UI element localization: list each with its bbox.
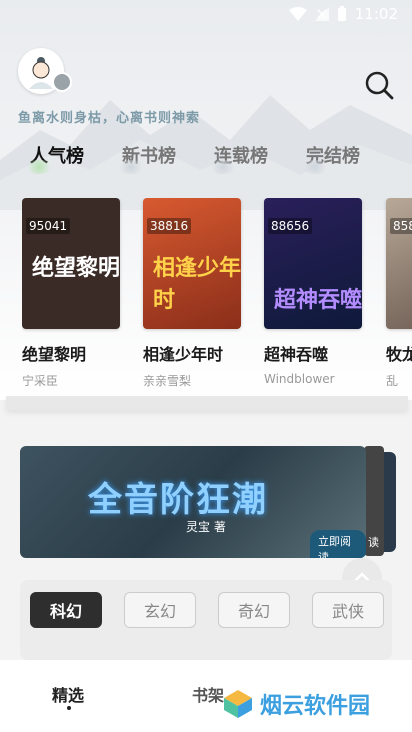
cube-logo-icon	[224, 690, 252, 718]
promo-banner[interactable]: 全音阶狂潮 灵宝 著 立即阅读	[20, 446, 366, 558]
ranking-tabs: 人气榜 新书榜 连载榜 完结榜	[24, 142, 398, 174]
book-carousel: 95041 绝望黎明 绝望黎明 宁采臣 38816 相逢少年时 相逢少年时 亲亲…	[22, 198, 412, 398]
book-card[interactable]: 858 牧龙 乱	[386, 198, 412, 389]
signal-icon	[314, 7, 329, 21]
book-cover: 88656 超神吞噬	[264, 198, 362, 329]
banner-side-cta: 读	[368, 536, 379, 549]
read-count: 95041	[26, 218, 71, 234]
cover-art-text: 相逢少年时	[153, 255, 241, 313]
battery-icon	[337, 6, 346, 21]
book-author: Windblower	[264, 372, 335, 386]
tab-ink-mark	[24, 160, 54, 174]
avatar-refresh-badge[interactable]	[52, 72, 72, 92]
genre-chip[interactable]: 科幻	[30, 592, 102, 628]
cover-art-text: 绝望黎明	[32, 255, 120, 281]
book-author: 宁采臣	[22, 374, 59, 388]
genre-chip[interactable]: 奇幻	[218, 592, 290, 628]
genre-chip[interactable]: 武侠	[312, 592, 384, 628]
slogan-text: 鱼离水则身枯，心离书则神索	[18, 111, 201, 126]
tab-new[interactable]: 新书榜	[116, 142, 214, 174]
read-now-button[interactable]: 立即阅读	[310, 530, 366, 558]
book-title: 超神吞噬	[264, 345, 329, 364]
banner-side-preview[interactable]: 读	[364, 446, 384, 556]
nav-bookshelf[interactable]: 书架	[192, 682, 224, 706]
read-count: 88656	[268, 218, 313, 234]
read-count: 38816	[147, 218, 192, 234]
status-time: 11:02	[354, 5, 398, 23]
section-divider	[6, 396, 408, 410]
tab-ink-mark	[208, 160, 238, 174]
book-author: 乱	[386, 374, 399, 388]
book-cover: 38816 相逢少年时	[143, 198, 241, 329]
genre-chip[interactable]: 玄幻	[124, 592, 196, 628]
tab-popular[interactable]: 人气榜	[24, 142, 122, 174]
book-card[interactable]: 88656 超神吞噬 超神吞噬 Windblower	[264, 198, 364, 386]
book-cover: 95041 绝望黎明	[22, 198, 120, 329]
banner-title: 全音阶狂潮	[88, 480, 268, 520]
tab-completed[interactable]: 完结榜	[300, 142, 398, 174]
tab-ink-mark	[116, 160, 146, 174]
book-title: 绝望黎明	[22, 345, 87, 364]
cover-art-text: 超神吞噬	[274, 287, 362, 313]
genre-chips: 科幻 玄幻 奇幻 武侠	[30, 592, 384, 628]
book-card[interactable]: 38816 相逢少年时 相逢少年时 亲亲雪梨	[143, 198, 243, 389]
wifi-icon	[288, 7, 307, 21]
status-bar: 11:02	[0, 0, 412, 28]
tab-ink-mark	[300, 160, 330, 174]
nav-featured[interactable]: 精选	[52, 682, 84, 706]
active-indicator	[67, 706, 71, 710]
book-title: 牧龙	[386, 345, 412, 364]
book-cover: 858	[386, 198, 412, 329]
watermark-text: 烟云软件园	[260, 694, 371, 719]
banner-author: 灵宝 著	[186, 520, 226, 534]
tab-serializing[interactable]: 连载榜	[208, 142, 306, 174]
book-card[interactable]: 95041 绝望黎明 绝望黎明 宁采臣	[22, 198, 122, 389]
read-count: 858	[390, 218, 412, 234]
search-icon[interactable]	[364, 70, 394, 100]
book-title: 相逢少年时	[143, 345, 224, 364]
book-author: 亲亲雪梨	[143, 374, 192, 388]
genre-panel: 科幻 玄幻 奇幻 武侠	[20, 580, 392, 660]
watermark: 烟云软件园	[222, 688, 370, 720]
banner-carousel: 读 全音阶狂潮 灵宝 著 立即阅读	[0, 438, 412, 568]
